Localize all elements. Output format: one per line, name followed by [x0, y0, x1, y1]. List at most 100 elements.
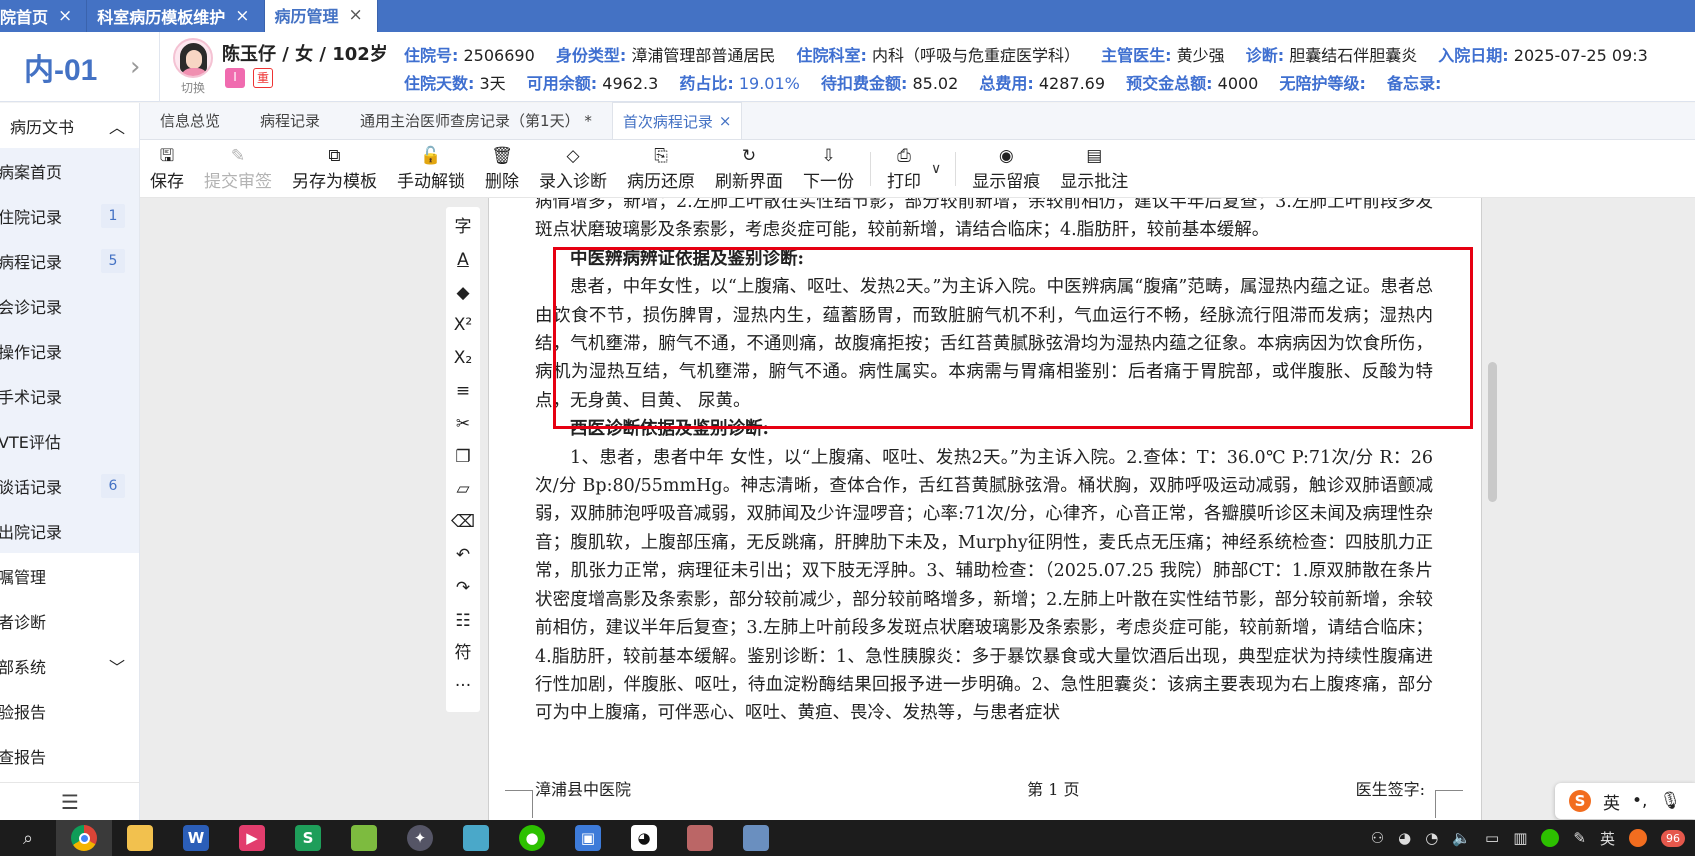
document-body[interactable]: 病情增多，新增；2.左肺上叶散在实性结节影，部分较前新增，余较前相仿，建议半年后…	[535, 198, 1433, 728]
qq-icon[interactable]: ◕	[616, 820, 672, 856]
word-icon[interactable]: W	[168, 820, 224, 856]
qq-tray-icon[interactable]: ◕	[1398, 829, 1411, 847]
superscript-icon[interactable]: X²	[446, 309, 480, 342]
font-icon[interactable]: 字	[446, 211, 480, 244]
people-icon[interactable]: ⚇	[1371, 829, 1384, 847]
undo-icon[interactable]: ↶	[446, 539, 480, 572]
save-button[interactable]: 🖫 保存	[140, 140, 194, 198]
cut-icon[interactable]: ✂	[446, 408, 480, 441]
sidebar-item[interactable]: 者诊断	[0, 598, 139, 643]
tab-label: 科室病历模板维护	[97, 8, 226, 27]
remote-desktop-icon[interactable]: ▣	[560, 820, 616, 856]
tab-attending-rounds[interactable]: 通用主治医师查房记录（第1天） *	[340, 102, 612, 139]
close-icon[interactable]: ×	[235, 6, 249, 26]
sidebar-group-medical-docs[interactable]: 病历文书 ︿	[0, 103, 139, 148]
app-icon[interactable]	[336, 820, 392, 856]
app-icon[interactable]: ▶	[224, 820, 280, 856]
paste-icon[interactable]: ▱	[446, 473, 480, 506]
ime-language[interactable]: 英	[1603, 789, 1620, 814]
delete-button[interactable]: 🗑 删除	[475, 140, 529, 198]
print-button[interactable]: ⎙ 打印	[877, 140, 931, 198]
next-document-button[interactable]: ⇩ 下一份	[793, 140, 864, 198]
sidebar-item[interactable]: 操作记录	[0, 328, 139, 373]
print-icon: ⎙	[897, 146, 911, 166]
close-icon[interactable]: ×	[58, 6, 72, 26]
app-icon[interactable]	[728, 820, 784, 856]
sidebar-item[interactable]: 病程记录 5	[0, 238, 139, 283]
chevron-down-icon[interactable]: ﹀	[109, 654, 125, 678]
subscript-icon[interactable]: X₂	[446, 342, 480, 375]
sidebar-item[interactable]: 出院记录	[0, 508, 139, 553]
ime-tray-label[interactable]: 英	[1600, 828, 1615, 849]
sidebar-item[interactable]: 验报告	[0, 688, 139, 733]
tab-first-progress-note[interactable]: 首次病程记录 ×	[611, 102, 743, 139]
list-icon[interactable]: ☷	[446, 605, 480, 638]
sidebar-item[interactable]: 嘱管理	[0, 553, 139, 598]
sidebar-item[interactable]: 会诊记录	[0, 283, 139, 328]
sidebar-item[interactable]: 手术记录	[0, 373, 139, 418]
submit-review-button[interactable]: ✎ 提交审签	[194, 140, 282, 198]
redo-icon[interactable]: ↷	[446, 572, 480, 605]
document-page[interactable]: 病情增多，新增；2.左肺上叶散在实性结节影，部分较前新增，余较前相仿，建议半年后…	[488, 198, 1482, 820]
sidebar-item[interactable]: 病案首页	[0, 148, 139, 193]
app-icon[interactable]	[672, 820, 728, 856]
top-tab-records[interactable]: 病历管理 ×	[264, 0, 378, 32]
sogou-tray-icon[interactable]	[1629, 829, 1647, 847]
network-icon[interactable]: ▭	[1485, 829, 1499, 847]
refresh-icon: ↻	[741, 146, 757, 166]
show-trace-button[interactable]: ◉ 显示留痕	[962, 140, 1050, 198]
bed-selector[interactable]: 内-01 ›	[0, 32, 160, 102]
wechat-icon[interactable]: ●	[504, 820, 560, 856]
chevron-up-icon[interactable]: ︿	[109, 114, 125, 138]
font-color-icon[interactable]: A	[446, 244, 480, 277]
restore-record-button[interactable]: ⎘ 病历还原	[617, 140, 705, 198]
department-label: 住院科室:	[796, 46, 867, 65]
chevron-down-icon[interactable]: ∨	[931, 161, 949, 177]
tab-progress-notes[interactable]: 病程记录	[240, 102, 340, 139]
more-icon[interactable]: ···	[446, 670, 480, 703]
close-icon[interactable]: ×	[719, 112, 732, 130]
enter-diagnosis-button[interactable]: ◇ 录入诊断	[529, 140, 617, 198]
tab-overview[interactable]: 信息总览	[140, 102, 240, 139]
refresh-button[interactable]: ↻ 刷新界面	[705, 140, 793, 198]
vertical-scrollbar[interactable]	[1488, 362, 1497, 502]
align-icon[interactable]: ≡	[446, 375, 480, 408]
app-icon[interactable]	[448, 820, 504, 856]
close-icon[interactable]: ×	[349, 5, 363, 25]
microphone-icon[interactable]: 🎙	[1659, 791, 1681, 811]
switch-patient-link[interactable]: 切换	[181, 79, 205, 96]
sidebar-item[interactable]: 住院记录 1	[0, 193, 139, 238]
display-icon[interactable]: ▥	[1513, 829, 1527, 847]
fill-color-icon[interactable]: ◆	[446, 277, 480, 310]
sidebar-item-label: 验报告	[0, 702, 47, 722]
symbol-icon[interactable]: 符	[446, 637, 480, 670]
manual-unlock-button[interactable]: 🔓 手动解锁	[387, 140, 475, 198]
sidebar-item[interactable]: 查报告	[0, 733, 139, 778]
sidebar-item[interactable]: 部系统 ﹀	[0, 643, 139, 688]
eye-icon: ◉	[998, 146, 1014, 166]
spreadsheet-icon[interactable]: S	[280, 820, 336, 856]
show-comments-button[interactable]: ▤ 显示批注	[1050, 140, 1138, 198]
chevron-right-icon[interactable]: ›	[130, 52, 140, 82]
chrome-icon[interactable]	[56, 820, 112, 856]
pen-icon[interactable]: ✎	[1573, 829, 1586, 847]
save-as-template-button[interactable]: ⧉ 另存为模板	[282, 140, 387, 198]
app-tray-icon[interactable]	[1541, 829, 1560, 847]
sidebar-item[interactable]: VTE评估	[0, 418, 139, 463]
volume-icon[interactable]: 🔈	[1452, 829, 1471, 847]
compass-icon[interactable]: ✦	[392, 820, 448, 856]
collapse-menu-icon[interactable]: ☰	[0, 782, 140, 820]
clear-format-icon[interactable]: ⌫	[446, 506, 480, 539]
folder-icon[interactable]	[112, 820, 168, 856]
copy-icon[interactable]: ❐	[446, 441, 480, 474]
top-tab-template[interactable]: 科室病历模板维护 ×	[87, 0, 265, 32]
top-tab-home[interactable]: 院首页 ×	[0, 0, 88, 32]
sidebar-item[interactable]: 谈话记录 6	[0, 463, 139, 508]
search-icon[interactable]: ⌕	[0, 820, 56, 856]
notification-badge[interactable]: 96	[1661, 829, 1685, 847]
ime-toolbar[interactable]: S 英 •, 🎙	[1555, 783, 1695, 819]
sogou-icon[interactable]: S	[1569, 790, 1591, 812]
app-tray-icon[interactable]: ◔	[1425, 829, 1438, 847]
page-number: 第 1 页	[1027, 780, 1080, 799]
ime-punctuation[interactable]: •,	[1632, 791, 1647, 811]
